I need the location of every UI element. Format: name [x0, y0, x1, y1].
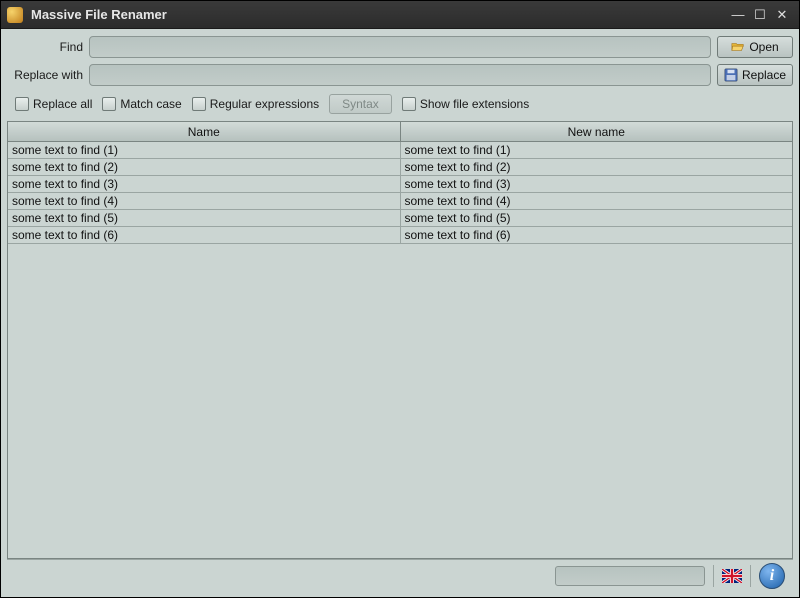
- syntax-button[interactable]: Syntax: [329, 94, 392, 114]
- close-button[interactable]: ✕: [771, 6, 793, 24]
- find-input[interactable]: [89, 36, 711, 58]
- regex-checkbox[interactable]: Regular expressions: [192, 97, 319, 111]
- table-row[interactable]: some text to find (2)some text to find (…: [8, 159, 792, 176]
- replace-all-label: Replace all: [33, 97, 92, 111]
- language-flag-icon[interactable]: [722, 569, 742, 583]
- save-disk-icon: [724, 68, 738, 82]
- cell-new-name: some text to find (6): [401, 227, 793, 243]
- cell-name: some text to find (2): [8, 159, 401, 175]
- regex-label: Regular expressions: [210, 97, 319, 111]
- cell-name: some text to find (5): [8, 210, 401, 226]
- replace-button-label: Replace: [742, 68, 786, 82]
- statusbar: i: [7, 559, 793, 591]
- checkbox-icon: [192, 97, 206, 111]
- open-button[interactable]: Open: [717, 36, 793, 58]
- open-button-label: Open: [749, 40, 778, 54]
- table-header: Name New name: [8, 122, 792, 142]
- cell-name: some text to find (3): [8, 176, 401, 192]
- separator: [713, 565, 714, 587]
- app-icon: [7, 7, 23, 23]
- match-case-label: Match case: [120, 97, 181, 111]
- file-table: Name New name some text to find (1)some …: [7, 121, 793, 559]
- table-row[interactable]: some text to find (6)some text to find (…: [8, 227, 792, 244]
- minimize-button[interactable]: —: [727, 6, 749, 24]
- separator: [750, 565, 751, 587]
- cell-new-name: some text to find (1): [401, 142, 793, 158]
- replace-all-checkbox[interactable]: Replace all: [15, 97, 92, 111]
- show-ext-checkbox[interactable]: Show file extensions: [402, 97, 529, 111]
- window-title: Massive File Renamer: [31, 7, 727, 22]
- cell-new-name: some text to find (5): [401, 210, 793, 226]
- col-header-new-name[interactable]: New name: [401, 122, 793, 141]
- table-row[interactable]: some text to find (5)some text to find (…: [8, 210, 792, 227]
- cell-name: some text to find (4): [8, 193, 401, 209]
- options-row: Replace all Match case Regular expressio…: [7, 91, 793, 117]
- table-row[interactable]: some text to find (4)some text to find (…: [8, 193, 792, 210]
- find-label: Find: [7, 40, 89, 54]
- table-row[interactable]: some text to find (3)some text to find (…: [8, 176, 792, 193]
- client-area: Find Open Replace with Replace: [1, 29, 799, 597]
- info-button[interactable]: i: [759, 563, 785, 589]
- cell-new-name: some text to find (2): [401, 159, 793, 175]
- replace-label: Replace with: [7, 68, 89, 82]
- cell-new-name: some text to find (4): [401, 193, 793, 209]
- folder-open-icon: [731, 40, 745, 54]
- app-window: Massive File Renamer — ☐ ✕ Find Open Rep…: [0, 0, 800, 598]
- show-ext-label: Show file extensions: [420, 97, 529, 111]
- replace-input[interactable]: [89, 64, 711, 86]
- replace-button[interactable]: Replace: [717, 64, 793, 86]
- replace-row: Replace with Replace: [7, 63, 793, 87]
- cell-name: some text to find (1): [8, 142, 401, 158]
- cell-name: some text to find (6): [8, 227, 401, 243]
- table-row[interactable]: some text to find (1)some text to find (…: [8, 142, 792, 159]
- cell-new-name: some text to find (3): [401, 176, 793, 192]
- table-body: some text to find (1)some text to find (…: [8, 142, 792, 558]
- maximize-button[interactable]: ☐: [749, 6, 771, 24]
- col-header-name[interactable]: Name: [8, 122, 401, 141]
- titlebar[interactable]: Massive File Renamer — ☐ ✕: [1, 1, 799, 29]
- checkbox-icon: [15, 97, 29, 111]
- checkbox-icon: [402, 97, 416, 111]
- find-row: Find Open: [7, 35, 793, 59]
- status-field: [555, 566, 705, 586]
- match-case-checkbox[interactable]: Match case: [102, 97, 181, 111]
- checkbox-icon: [102, 97, 116, 111]
